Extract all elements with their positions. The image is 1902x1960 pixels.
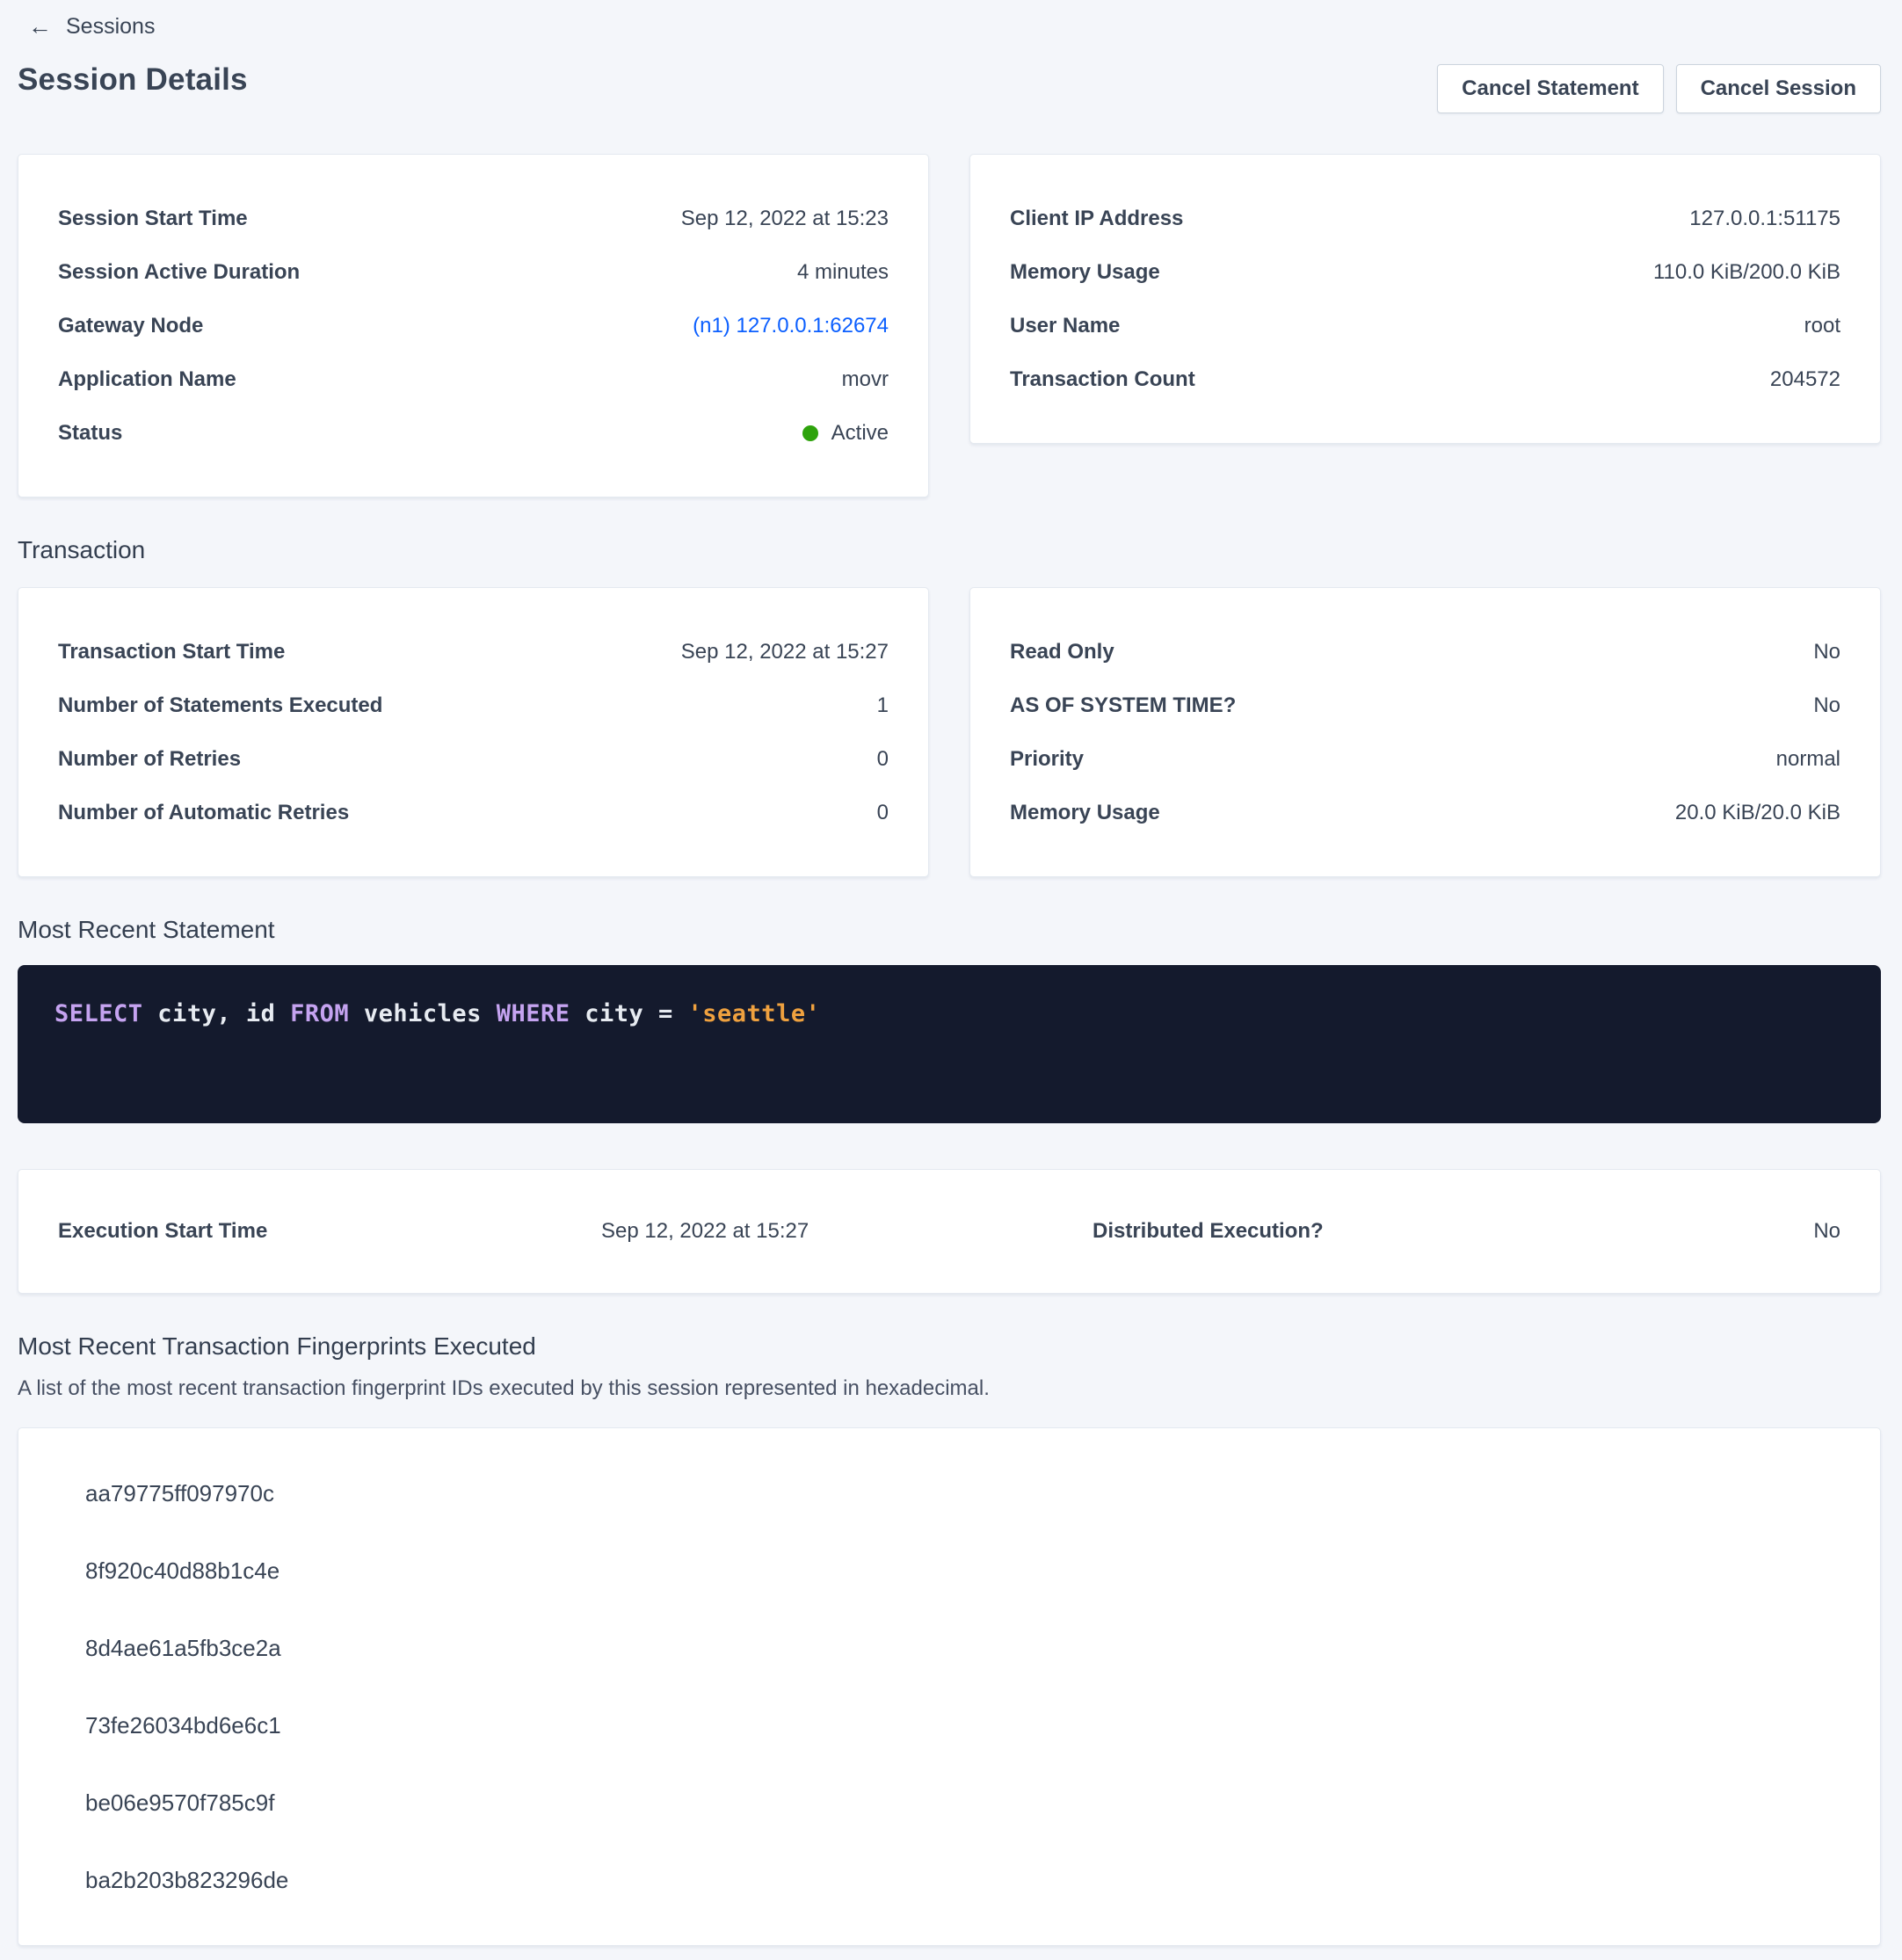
number-of-retries-row: Number of Retries 0 [58, 732, 889, 786]
gateway-node-label: Gateway Node [58, 314, 203, 338]
session-memory-usage-value: 110.0 KiB/200.0 KiB [1653, 260, 1840, 285]
priority-label: Priority [1010, 747, 1084, 772]
session-info-card-right: Client IP Address 127.0.0.1:51175 Memory… [969, 154, 1881, 444]
sql-statement-box: SELECT city, id FROM vehicles WHERE city… [18, 965, 1881, 1123]
session-summary-grid: Session Start Time Sep 12, 2022 at 15:23… [18, 154, 1881, 497]
session-active-duration-row: Session Active Duration 4 minutes [58, 245, 889, 299]
fingerprint-list-item: ba2b203b823296de [85, 1841, 1840, 1919]
session-active-duration-value: 4 minutes [797, 260, 889, 285]
client-ip-label: Client IP Address [1010, 207, 1183, 231]
priority-row: Priority normal [1010, 732, 1840, 786]
active-status-icon [802, 425, 818, 441]
transaction-start-time-row: Transaction Start Time Sep 12, 2022 at 1… [58, 625, 889, 679]
transaction-memory-usage-row: Memory Usage 20.0 KiB/20.0 KiB [1010, 786, 1840, 839]
transaction-start-time-value: Sep 12, 2022 at 15:27 [681, 640, 889, 664]
page-header: Session Details Cancel Statement Cancel … [18, 62, 1881, 113]
as-of-system-time-value: No [1813, 693, 1840, 718]
session-start-time-value: Sep 12, 2022 at 15:23 [681, 207, 889, 231]
transaction-count-row: Transaction Count 204572 [1010, 352, 1840, 406]
statements-executed-value: 1 [877, 693, 889, 718]
session-active-duration-label: Session Active Duration [58, 260, 300, 285]
session-details-page: ← Sessions Session Details Cancel Statem… [0, 0, 1902, 1960]
sql-string-literal: 'seattle' [688, 1000, 821, 1027]
as-of-system-time-row: AS OF SYSTEM TIME? No [1010, 679, 1840, 732]
client-ip-row: Client IP Address 127.0.0.1:51175 [1010, 192, 1840, 245]
back-arrow-icon: ← [28, 15, 52, 39]
application-name-row: Application Name movr [58, 352, 889, 406]
fingerprints-card: aa79775ff097970c 8f920c40d88b1c4e 8d4ae6… [18, 1427, 1881, 1946]
automatic-retries-label: Number of Automatic Retries [58, 801, 349, 825]
number-of-retries-value: 0 [877, 747, 889, 772]
application-name-value: movr [842, 367, 889, 392]
user-name-row: User Name root [1010, 299, 1840, 352]
transaction-card-left: Transaction Start Time Sep 12, 2022 at 1… [18, 587, 929, 877]
read-only-row: Read Only No [1010, 625, 1840, 679]
sql-keyword: SELECT [54, 1000, 143, 1027]
statements-executed-row: Number of Statements Executed 1 [58, 679, 889, 732]
gateway-node-link[interactable]: (n1) 127.0.0.1:62674 [693, 314, 889, 338]
fingerprint-list-item: 8f920c40d88b1c4e [85, 1532, 1840, 1609]
status-label: Status [58, 421, 122, 446]
breadcrumb-back-sessions[interactable]: ← Sessions [18, 11, 155, 40]
sql-statement-code: SELECT city, id FROM vehicles WHERE city… [54, 1000, 1844, 1027]
fingerprint-list-item: 8d4ae61a5fb3ce2a [85, 1609, 1840, 1687]
priority-value: normal [1776, 747, 1840, 772]
transaction-start-time-label: Transaction Start Time [58, 640, 285, 664]
fingerprints-section-heading: Most Recent Transaction Fingerprints Exe… [18, 1332, 1881, 1361]
sql-text: city, id [143, 1000, 291, 1027]
as-of-system-time-label: AS OF SYSTEM TIME? [1010, 693, 1236, 718]
most-recent-statement-heading: Most Recent Statement [18, 916, 1881, 944]
fingerprint-list-item: be06e9570f785c9f [85, 1764, 1840, 1841]
header-actions: Cancel Statement Cancel Session [1437, 64, 1881, 113]
sql-keyword: WHERE [497, 1000, 570, 1027]
sql-text: vehicles [349, 1000, 497, 1027]
client-ip-value: 127.0.0.1:51175 [1689, 207, 1840, 231]
distributed-execution-value: No [1813, 1219, 1840, 1244]
number-of-retries-label: Number of Retries [58, 747, 241, 772]
execution-start-time-value: Sep 12, 2022 at 15:27 [601, 1219, 809, 1244]
transaction-grid: Transaction Start Time Sep 12, 2022 at 1… [18, 587, 1881, 877]
session-start-time-row: Session Start Time Sep 12, 2022 at 15:23 [58, 192, 889, 245]
cancel-session-button[interactable]: Cancel Session [1676, 64, 1881, 113]
transaction-section-heading: Transaction [18, 536, 1881, 564]
page-title: Session Details [18, 62, 248, 98]
breadcrumb-label: Sessions [66, 14, 155, 40]
gateway-node-row: Gateway Node (n1) 127.0.0.1:62674 [58, 299, 889, 352]
sql-keyword: FROM [290, 1000, 349, 1027]
transaction-count-value: 204572 [1770, 367, 1840, 392]
fingerprint-list-item: 73fe26034bd6e6c1 [85, 1687, 1840, 1764]
read-only-value: No [1813, 640, 1840, 664]
distributed-execution-label: Distributed Execution? [1093, 1219, 1813, 1244]
user-name-label: User Name [1010, 314, 1120, 338]
session-memory-usage-label: Memory Usage [1010, 260, 1160, 285]
cancel-statement-button[interactable]: Cancel Statement [1437, 64, 1663, 113]
execution-info-card: Execution Start Time Sep 12, 2022 at 15:… [18, 1169, 1881, 1294]
status-value: Active [802, 421, 889, 446]
statements-executed-label: Number of Statements Executed [58, 693, 382, 718]
transaction-count-label: Transaction Count [1010, 367, 1195, 392]
read-only-label: Read Only [1010, 640, 1114, 664]
session-start-time-label: Session Start Time [58, 207, 248, 231]
session-memory-usage-row: Memory Usage 110.0 KiB/200.0 KiB [1010, 245, 1840, 299]
execution-start-time-label: Execution Start Time [58, 1219, 601, 1244]
status-row: Status Active [58, 406, 889, 460]
automatic-retries-value: 0 [877, 801, 889, 825]
fingerprints-section-description: A list of the most recent transaction fi… [18, 1376, 1881, 1401]
application-name-label: Application Name [58, 367, 236, 392]
transaction-memory-usage-value: 20.0 KiB/20.0 KiB [1675, 801, 1840, 825]
session-info-card-left: Session Start Time Sep 12, 2022 at 15:23… [18, 154, 929, 497]
sql-text: city = [570, 1000, 687, 1027]
status-badge: Active [831, 421, 889, 446]
transaction-card-right: Read Only No AS OF SYSTEM TIME? No Prior… [969, 587, 1881, 877]
user-name-value: root [1804, 314, 1840, 338]
fingerprint-list-item: aa79775ff097970c [85, 1455, 1840, 1532]
automatic-retries-row: Number of Automatic Retries 0 [58, 786, 889, 839]
transaction-memory-usage-label: Memory Usage [1010, 801, 1160, 825]
